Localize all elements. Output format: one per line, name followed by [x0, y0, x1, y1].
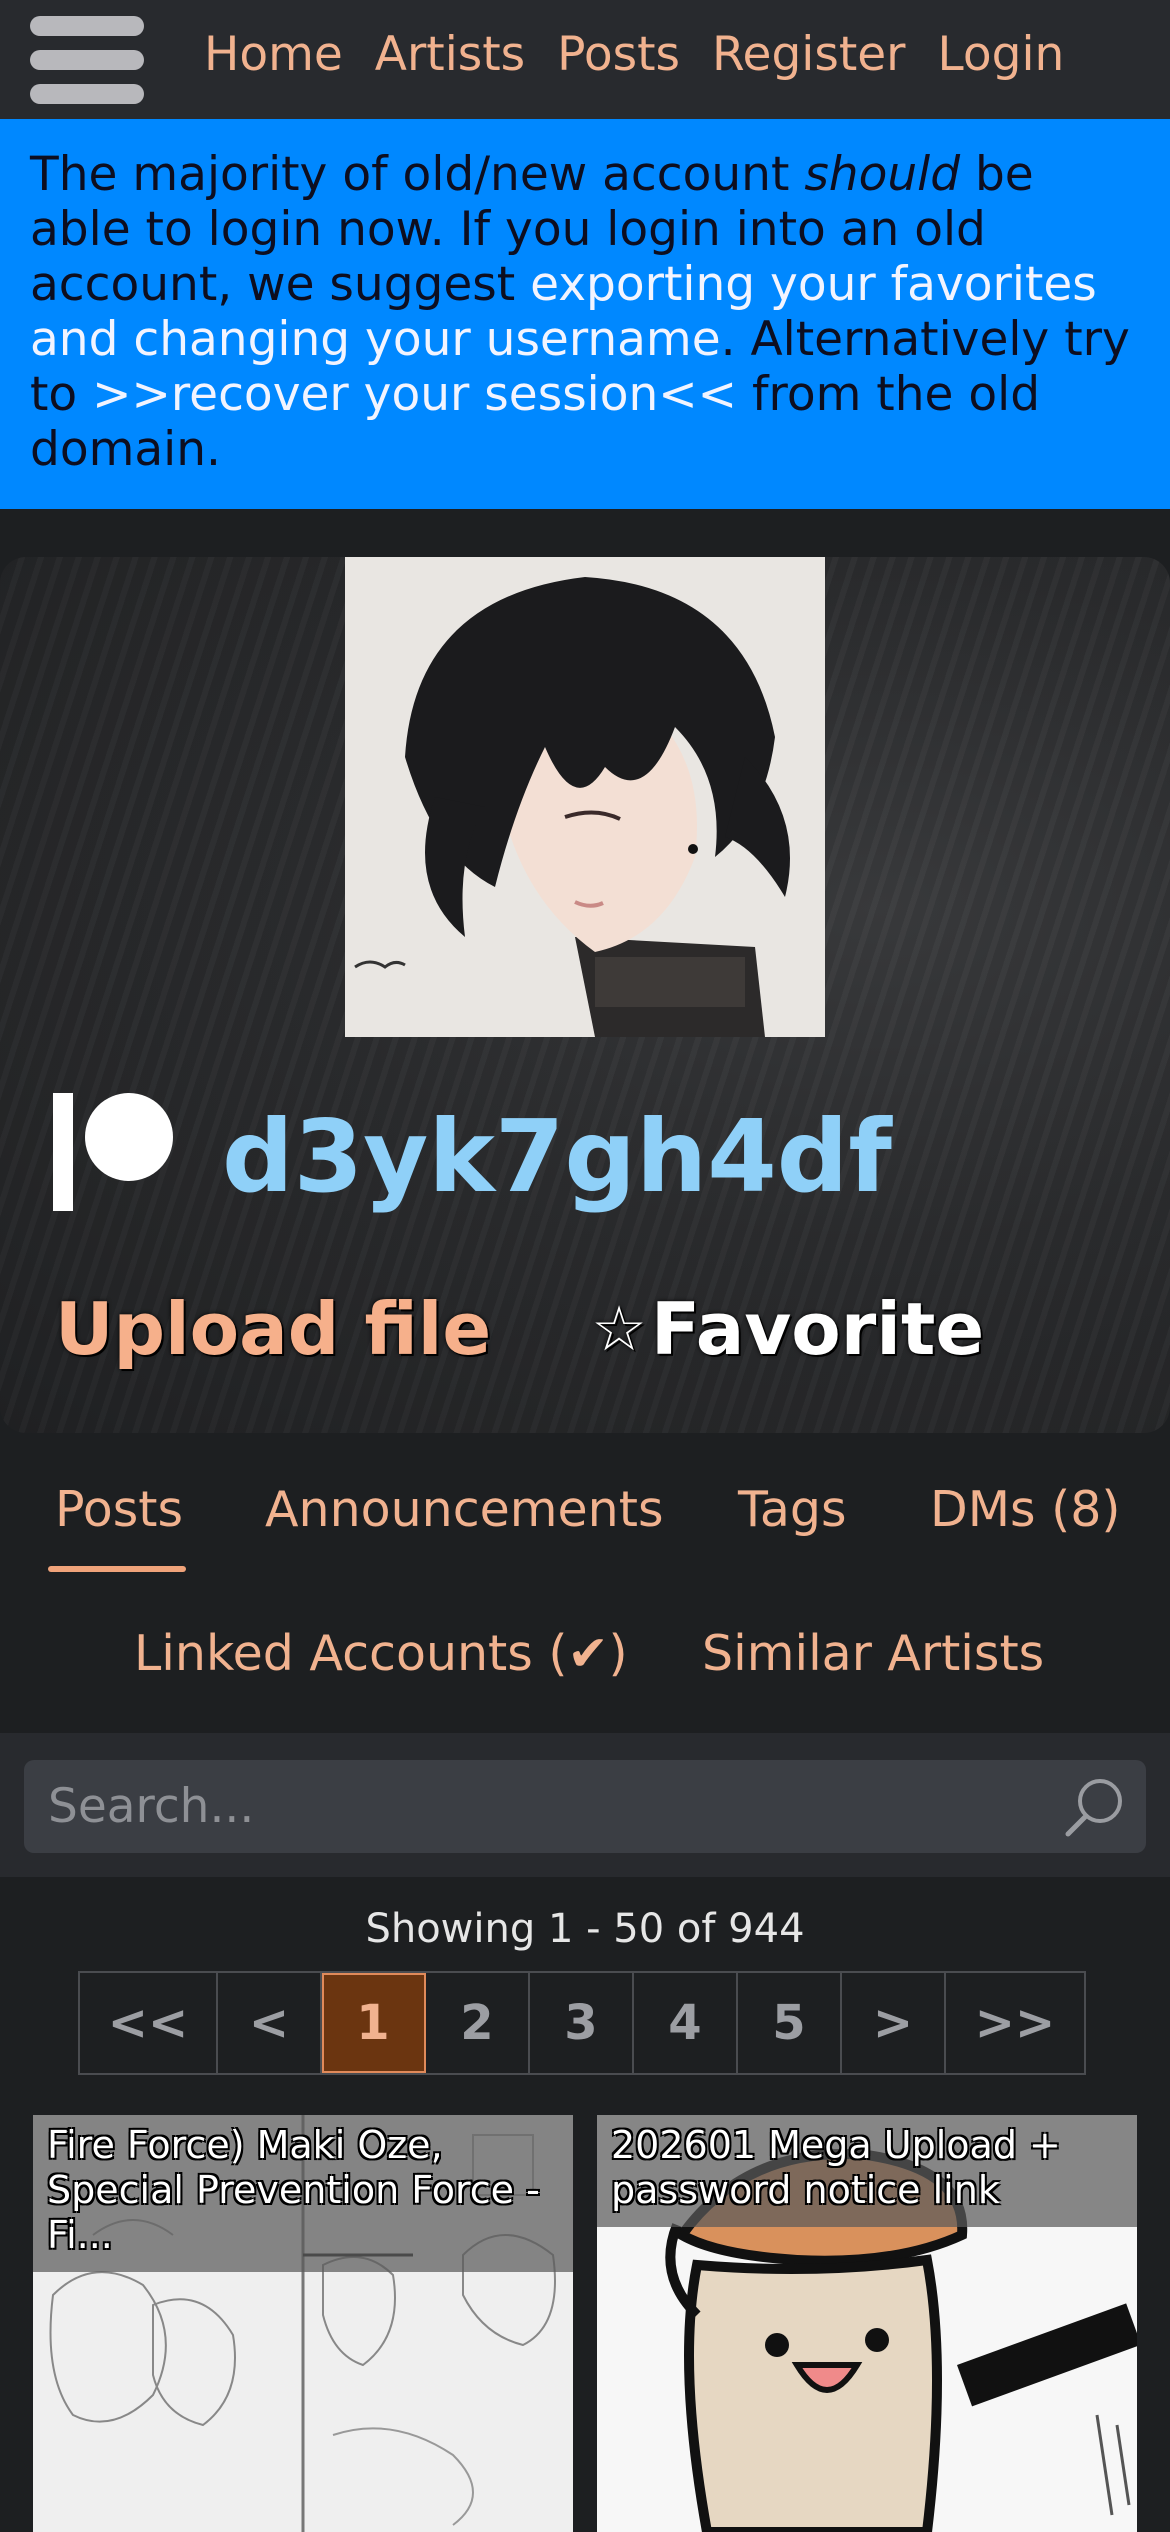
tab-linked-accounts[interactable]: Linked Accounts (✔) — [134, 1624, 628, 1684]
avatar-illustration — [345, 557, 825, 1037]
search-input[interactable] — [24, 1760, 1064, 1853]
artist-name[interactable]: d3yk7gh4df — [222, 1097, 892, 1217]
favorite-button[interactable]: ☆ Favorite — [591, 1285, 984, 1373]
tab-similar-artists[interactable]: Similar Artists — [702, 1624, 1044, 1684]
next-page-button[interactable]: > — [842, 1973, 946, 2073]
page-3-button[interactable]: 3 — [530, 1973, 634, 2073]
search-icon[interactable] — [1062, 1774, 1128, 1840]
nav-artists-link[interactable]: Artists — [375, 24, 525, 86]
recover-session-link[interactable]: >>recover your session<< — [92, 367, 737, 422]
prev-page-button[interactable]: < — [218, 1973, 322, 2073]
post-title: 202601 Mega Upload + password notice lin… — [597, 2115, 1137, 2227]
page-5-button[interactable]: 5 — [738, 1973, 842, 2073]
nav-posts-link[interactable]: Posts — [557, 24, 680, 86]
favorite-label: Favorite — [650, 1287, 985, 1371]
last-page-button[interactable]: >> — [946, 1973, 1084, 2073]
post-card[interactable]: Fire Force) Maki Oze, Special Prevention… — [33, 2115, 573, 2532]
nav-login-link[interactable]: Login — [938, 24, 1065, 86]
artist-actions: Upload file ☆ Favorite — [55, 1285, 984, 1373]
page-1-button[interactable]: 1 — [322, 1973, 426, 2073]
banner-text: The majority of old/new account — [30, 147, 805, 202]
announcement-banner: The majority of old/new account should b… — [0, 119, 1170, 509]
page-4-button[interactable]: 4 — [634, 1973, 738, 2073]
nav-register-link[interactable]: Register — [712, 24, 906, 86]
active-tab-indicator — [48, 1566, 186, 1572]
top-nav-bar: Home Artists Posts Register Login — [0, 0, 1170, 119]
first-page-button[interactable]: << — [80, 1973, 218, 2073]
hamburger-bar — [30, 16, 144, 36]
tab-posts[interactable]: Posts — [55, 1480, 183, 1540]
page-2-button[interactable]: 2 — [426, 1973, 530, 2073]
tab-dms[interactable]: DMs (8) — [930, 1480, 1121, 1540]
nav-links: Home Artists Posts Register Login — [204, 24, 1064, 86]
star-icon: ☆ — [591, 1292, 647, 1365]
hamburger-menu-icon[interactable] — [30, 16, 144, 104]
hamburger-bar — [30, 84, 144, 104]
banner-emphasis: should — [804, 147, 961, 202]
artist-avatar[interactable] — [345, 557, 825, 1037]
post-card[interactable]: 202601 Mega Upload + password notice lin… — [597, 2115, 1137, 2532]
hamburger-bar — [30, 50, 144, 70]
artist-header: d3yk7gh4df Upload file ☆ Favorite — [0, 557, 1170, 1433]
tab-tags[interactable]: Tags — [738, 1480, 846, 1540]
post-title: Fire Force) Maki Oze, Special Prevention… — [33, 2115, 573, 2272]
tab-announcements[interactable]: Announcements — [265, 1480, 663, 1540]
nav-home-link[interactable]: Home — [204, 24, 343, 86]
pagination: << < 1 2 3 4 5 > >> — [78, 1971, 1086, 2075]
upload-file-button[interactable]: Upload file — [55, 1285, 491, 1373]
results-summary: Showing 1 - 50 of 944 — [365, 1906, 805, 1952]
patreon-icon[interactable] — [53, 1093, 181, 1211]
